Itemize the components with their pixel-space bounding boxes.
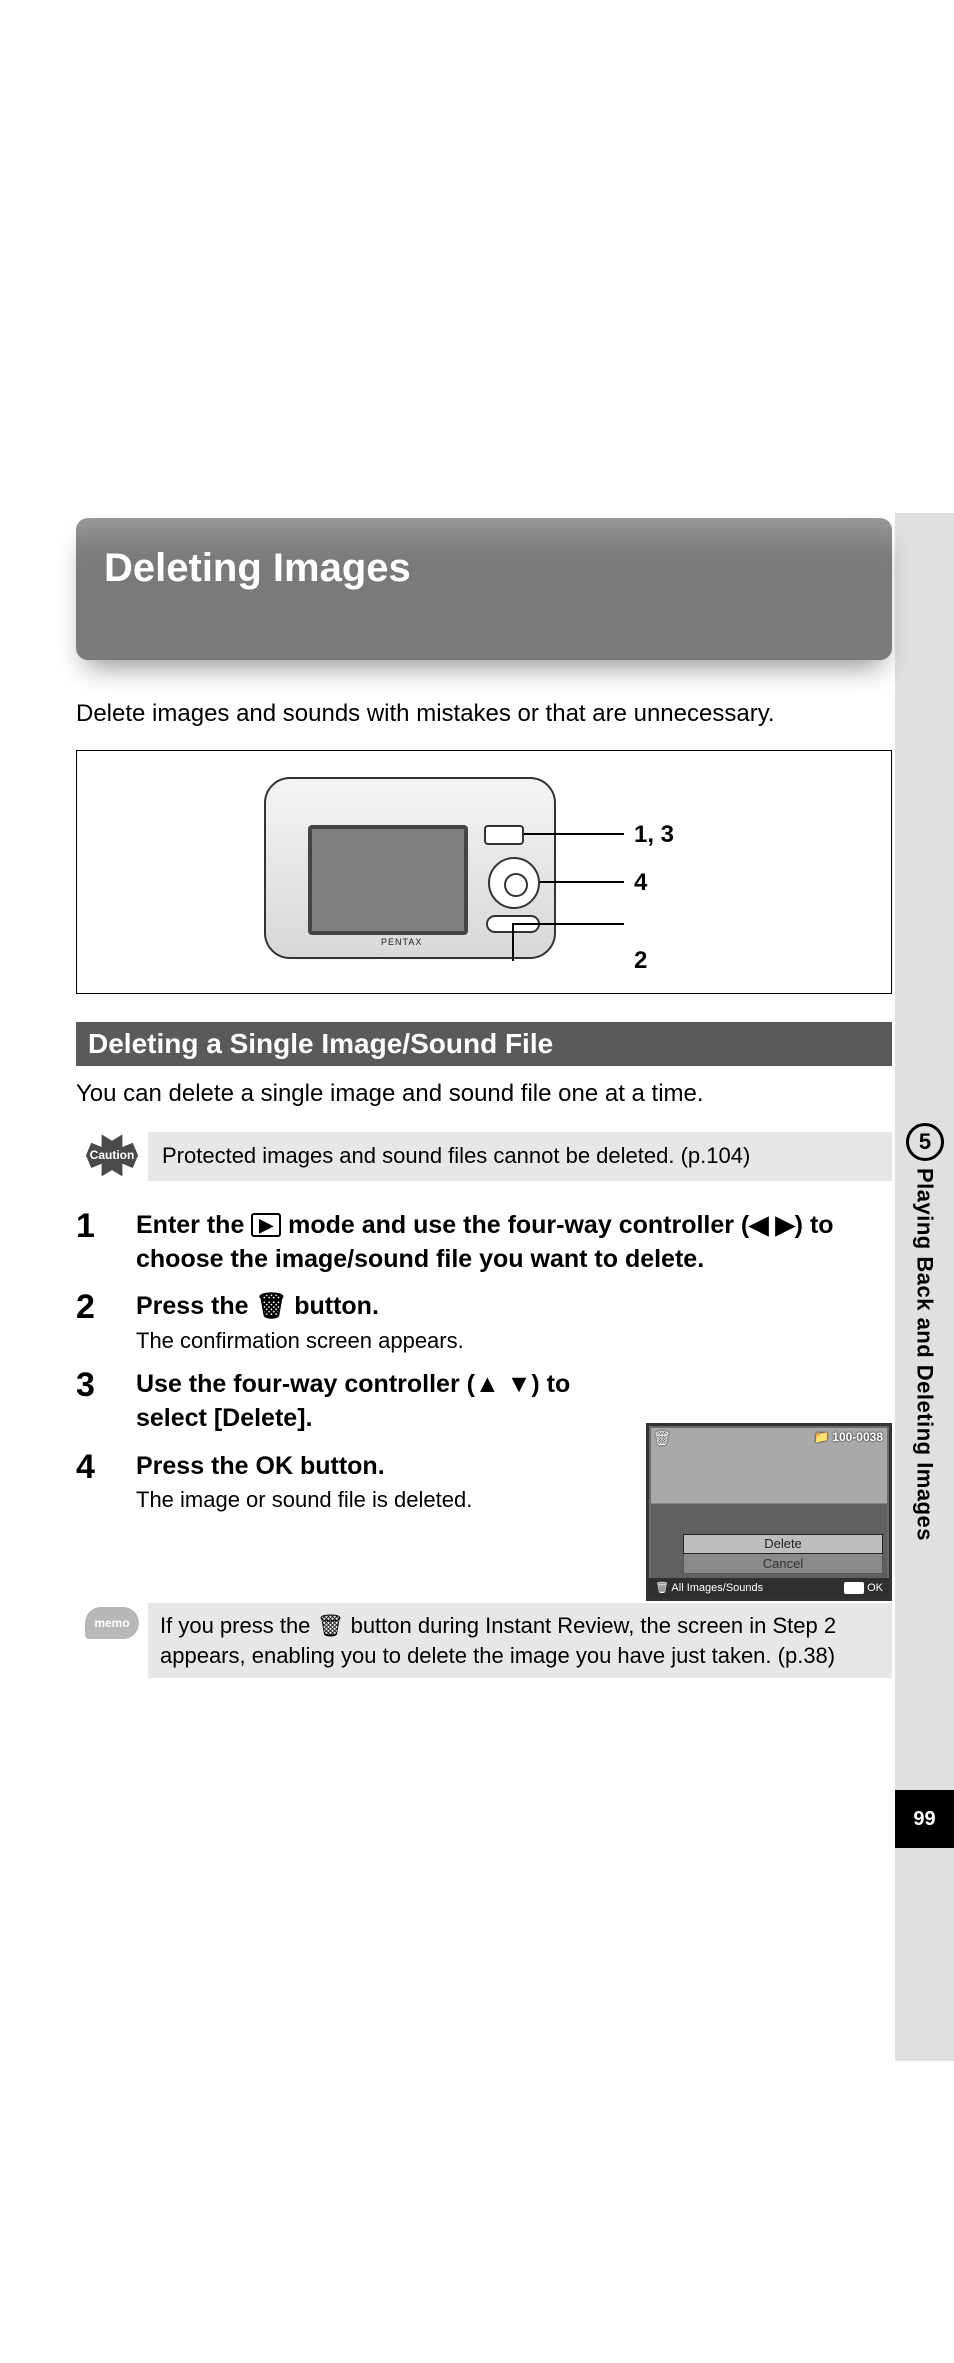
camera-illustration: PENTAX 1, 3 4 2 (264, 777, 704, 967)
step-2-title: Press the 🗑 button. (136, 1290, 892, 1324)
callout-1: 1, 3 (634, 821, 674, 849)
step-2-ta: Press the (136, 1292, 256, 1320)
step-1-title: Enter the ▶ mode and use the four-way co… (136, 1209, 892, 1277)
trash-icon: 🗑 (256, 1292, 288, 1320)
chapter-title-text: Playing Back and Deleting Images (912, 1168, 938, 1541)
leader-line-1 (524, 833, 624, 835)
step-4-ta: Press the (136, 1452, 256, 1480)
step-2-sub: The confirmation screen appears. (136, 1328, 892, 1354)
step-1-body: Enter the ▶ mode and use the four-way co… (136, 1209, 892, 1277)
camera-brand-label: PENTAX (381, 937, 422, 947)
page: 5 Playing Back and Deleting Images 99 De… (0, 0, 954, 2363)
page-number: 99 (895, 1790, 954, 1848)
step-1: 1 Enter the ▶ mode and use the four-way … (76, 1209, 892, 1277)
memo-note: memo If you press the 🗑 button during In… (76, 1603, 892, 1677)
step-3-num: 3 (76, 1368, 136, 1436)
step-2-num: 2 (76, 1290, 136, 1354)
subsection-intro: You can delete a single image and sound … (76, 1078, 892, 1110)
step-4-num: 4 (76, 1450, 136, 1514)
camera-figure-box: PENTAX 1, 3 4 2 (76, 750, 892, 994)
trash-icon: 🗑 (317, 1613, 345, 1638)
step-2-body: Press the 🗑 button. The confirmation scr… (136, 1290, 892, 1354)
leader-line-3v (512, 923, 514, 961)
section-title-block: Deleting Images (76, 518, 892, 660)
lcd-folder-label: 📁 100-0038 (814, 1430, 883, 1444)
step-2-tb: button. (287, 1292, 379, 1320)
intro-text: Delete images and sounds with mistakes o… (76, 700, 892, 728)
lcd-screenshot: 🗑 📁 100-0038 Delete Cancel 🗑 All Images/… (646, 1423, 892, 1601)
lcd-trash-icon: 🗑 (653, 1430, 673, 1450)
caution-icon: Caution (86, 1134, 138, 1176)
step-4-sub: The image or sound file is deleted. (136, 1487, 632, 1513)
chapter-title-vertical: Playing Back and Deleting Images (895, 1168, 954, 1688)
lcd-bottom-bar: 🗑 All Images/Sounds OK OK (649, 1578, 889, 1598)
step-4-title: Press the OK button. (136, 1450, 632, 1484)
step-3-title: Use the four-way controller (▲ ▼) to sel… (136, 1368, 632, 1436)
caution-text: Protected images and sound files cannot … (148, 1132, 892, 1181)
leader-line-3 (512, 923, 624, 925)
lcd-option-cancel: Cancel (683, 1554, 883, 1574)
step-4-tb: button. (293, 1452, 385, 1480)
memo-icon-wrap: memo (76, 1603, 148, 1677)
lcd-folder-num: 100-0038 (832, 1430, 883, 1444)
lcd-option-delete: Delete (683, 1534, 883, 1554)
step-1-t1: Enter the (136, 1211, 251, 1239)
ok-button-glyph: OK (256, 1450, 294, 1484)
steps-list: 1 Enter the ▶ mode and use the four-way … (76, 1209, 892, 1514)
memo-text: If you press the 🗑 button during Instant… (148, 1603, 892, 1677)
chapter-badge: 5 (906, 1123, 944, 1161)
section-title: Deleting Images (104, 546, 864, 591)
lcd-bar-left-text: All Images/Sounds (671, 1582, 763, 1594)
lcd-bar-left: 🗑 All Images/Sounds (655, 1581, 763, 1594)
memo-icon: memo (85, 1607, 139, 1639)
arrows-left-right-icon: ◀ ▶ (749, 1211, 794, 1239)
leader-line-2 (540, 881, 624, 883)
lcd-menu: Delete Cancel (683, 1534, 883, 1574)
camera-dpad (488, 857, 540, 909)
camera-lcd (308, 825, 468, 935)
caution-note: Caution Protected images and sound files… (76, 1132, 892, 1181)
step-2: 2 Press the 🗑 button. The confirmation s… (76, 1290, 892, 1354)
step-1-t2: mode and use the four-way controller ( (281, 1211, 749, 1239)
callout-2: 4 (634, 869, 647, 897)
callout-3: 2 (634, 947, 647, 975)
lcd-bar-right: OK OK (844, 1582, 883, 1594)
lcd-ok-box: OK (844, 1582, 865, 1594)
memo-t1: If you press the (160, 1613, 317, 1638)
subsection-heading: Deleting a Single Image/Sound File (76, 1022, 892, 1066)
caution-icon-wrap: Caution (76, 1132, 148, 1181)
step-1-num: 1 (76, 1209, 136, 1277)
playback-mode-icon: ▶ (251, 1213, 281, 1237)
content-area: Deleting Images Delete images and sounds… (76, 0, 892, 1678)
arrows-up-down-icon: ▲ ▼ (475, 1370, 531, 1398)
camera-play-button (484, 825, 524, 845)
step-3-ta: Use the four-way controller ( (136, 1370, 475, 1398)
lcd-ok-text: OK (867, 1582, 883, 1594)
